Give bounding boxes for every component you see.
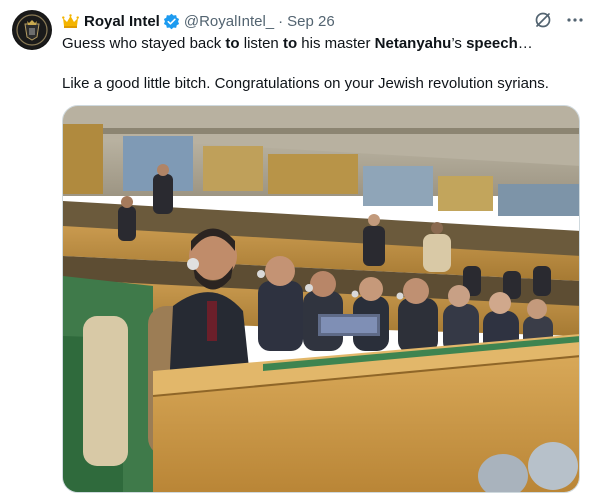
tweet-text-line-2: Like a good little bitch. Congratulation… <box>62 75 549 92</box>
tweet-text-segment: to <box>225 35 240 52</box>
author-handle[interactable]: @RoyalIntel_ <box>184 13 274 30</box>
verified-badge-icon[interactable] <box>163 13 180 30</box>
tweet-text-segment: … <box>517 35 533 52</box>
tweet-date[interactable]: Sep 26 <box>287 13 335 30</box>
tweet: Royal Intel @RoyalIntel_ · Sep 26 Guess … <box>0 0 597 496</box>
avatar-emblem-icon <box>13 11 51 49</box>
tweet-text-segment: Netanyahu <box>374 35 452 52</box>
header-separator: · <box>278 12 284 30</box>
tweet-text-segment: listen <box>239 35 283 52</box>
tweet-header: Royal Intel @RoyalIntel_ · Sep 26 <box>62 11 585 31</box>
more-options-icon <box>567 18 583 22</box>
avatar[interactable] <box>12 10 52 50</box>
tweet-text-segment: speech <box>466 35 518 52</box>
tweet-text-line-1: Guess who stayed back to listen to his m… <box>62 34 533 54</box>
author-name[interactable]: Royal Intel <box>84 13 160 30</box>
tweet-text-segment: to <box>282 35 298 52</box>
tweet-text-segment: Guess who stayed back <box>62 35 226 52</box>
tweet-text-segment: ’s <box>451 35 467 52</box>
tweet-photo[interactable] <box>62 105 580 493</box>
grok-button[interactable] <box>533 10 553 30</box>
tweet-text-segment: his master <box>297 35 375 52</box>
grok-icon <box>535 12 551 28</box>
header-actions <box>533 10 585 30</box>
assembly-hall-photo <box>63 106 579 492</box>
crown-icon <box>62 13 79 28</box>
more-options-button[interactable] <box>565 10 585 30</box>
